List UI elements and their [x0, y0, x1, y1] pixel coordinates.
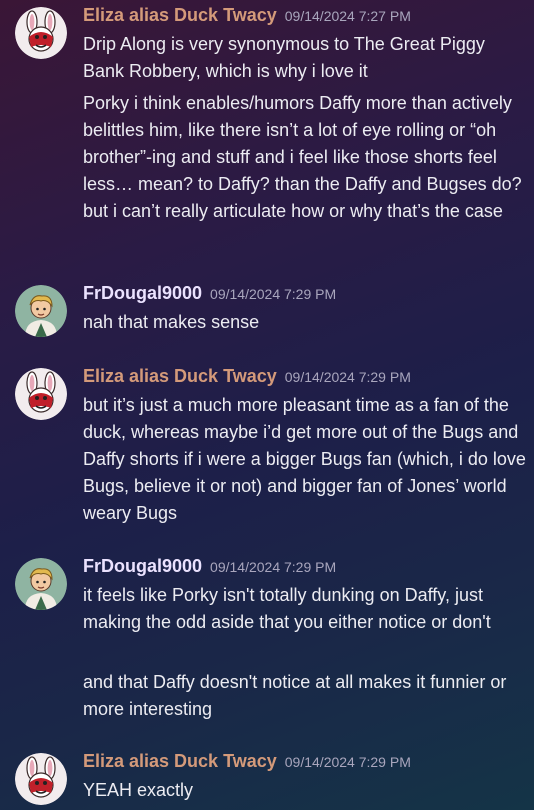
eliza-avatar-image — [15, 753, 67, 805]
eliza-avatar[interactable] — [15, 368, 67, 420]
eliza-avatar-image — [15, 368, 67, 420]
message-header: Eliza alias Duck Twacy 09/14/2024 7:29 PM — [83, 751, 411, 775]
eliza-avatar[interactable] — [15, 753, 67, 805]
frdougal-avatar-image — [15, 285, 67, 337]
eliza-avatar[interactable] — [15, 7, 67, 59]
username[interactable]: FrDougal9000 — [83, 283, 202, 303]
message-text: Drip Along is very synonymous to The Gre… — [83, 34, 485, 81]
frdougal-avatar[interactable] — [15, 285, 67, 337]
message-text: but it’s just a much more pleasant time … — [83, 395, 526, 523]
message-text: nah that makes sense — [83, 312, 260, 332]
timestamp: 09/14/2024 7:29 PM — [210, 286, 337, 302]
username[interactable]: Eliza alias Duck Twacy — [83, 366, 277, 386]
message-header: FrDougal9000 09/14/2024 7:29 PM — [83, 556, 336, 580]
timestamp: 09/14/2024 7:27 PM — [284, 8, 411, 24]
username[interactable]: Eliza alias Duck Twacy — [83, 5, 277, 25]
timestamp: 09/14/2024 7:29 PM — [210, 559, 337, 575]
message-text: YEAH exactly — [83, 780, 194, 800]
message-header: Eliza alias Duck Twacy 09/14/2024 7:29 PM — [83, 366, 411, 390]
message-text: and that Daffy doesn't notice at all mak… — [83, 672, 507, 719]
message-header: FrDougal9000 09/14/2024 7:29 PM — [83, 283, 336, 307]
timestamp: 09/14/2024 7:29 PM — [284, 369, 411, 385]
chat-log: Eliza alias Duck Twacy 09/14/2024 7:27 PM… — [0, 0, 534, 810]
message-header: Eliza alias Duck Twacy 09/14/2024 7:27 PM — [83, 5, 411, 29]
message-text: it feels like Porky isn't totally dunkin… — [83, 585, 491, 632]
timestamp: 09/14/2024 7:29 PM — [284, 754, 411, 770]
message-text: Porky i think enables/humors Daffy more … — [83, 93, 522, 221]
frdougal-avatar[interactable] — [15, 558, 67, 610]
frdougal-avatar-image — [15, 558, 67, 610]
username[interactable]: Eliza alias Duck Twacy — [83, 751, 277, 771]
username[interactable]: FrDougal9000 — [83, 556, 202, 576]
eliza-avatar-image — [15, 7, 67, 59]
